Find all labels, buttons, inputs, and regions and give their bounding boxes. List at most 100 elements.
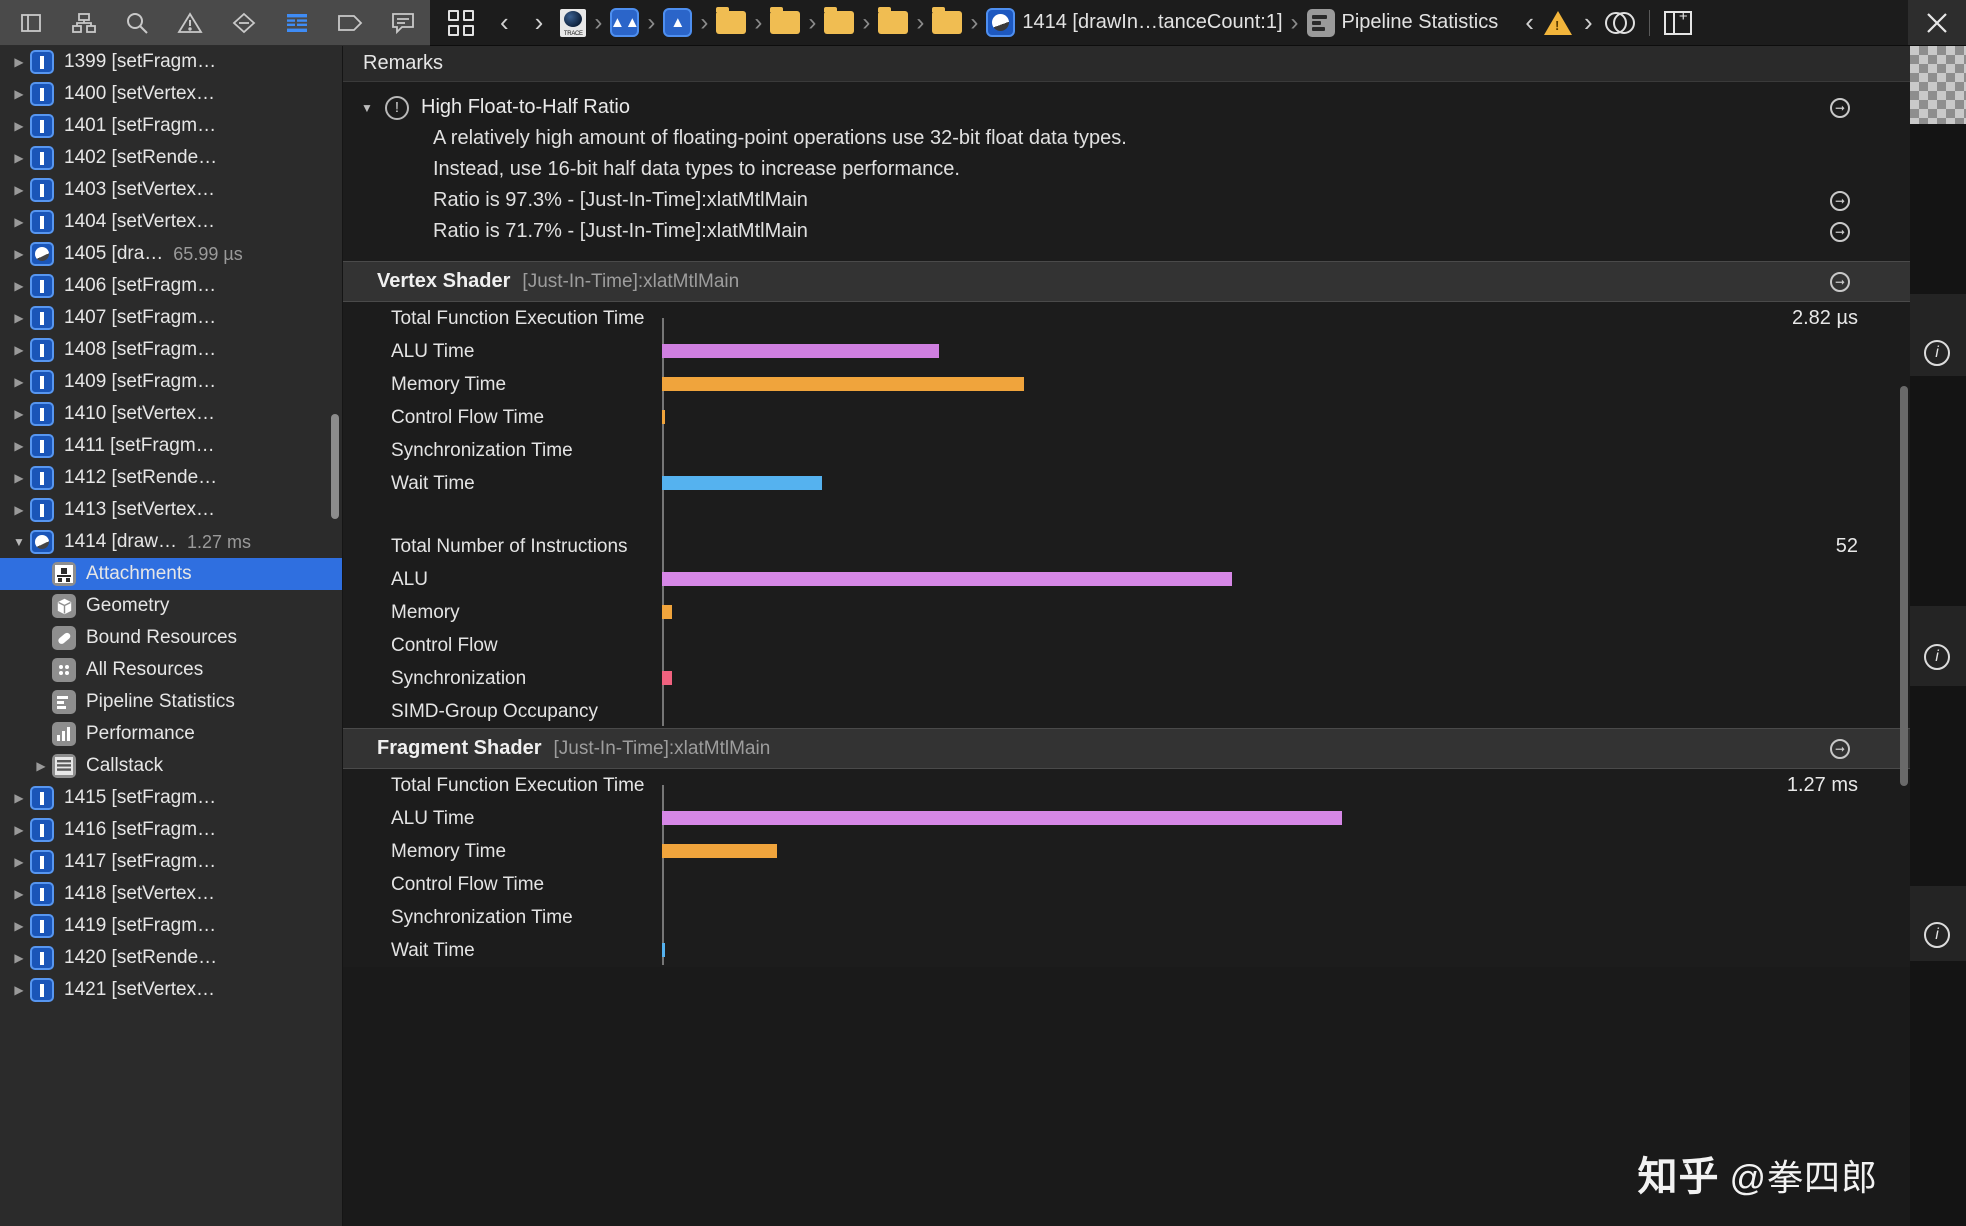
chart-bar-row[interactable]: Synchronization Time <box>343 901 1910 934</box>
sidebar-item-command-1401[interactable]: ▶ 1401 [setFragm… <box>0 110 342 142</box>
sidebar-item-command-1412[interactable]: ▶ 1412 [setRende… <box>0 462 342 494</box>
info-icon[interactable]: i <box>1924 644 1950 670</box>
breadcrumb-folder-2[interactable] <box>767 7 803 34</box>
info-icon[interactable]: i <box>1924 340 1950 366</box>
nav-back-button[interactable]: ‹ <box>488 7 521 38</box>
info-icon[interactable]: i <box>1924 922 1950 948</box>
disclosure-triangle-icon[interactable]: ▶ <box>8 887 30 901</box>
disclosure-triangle-icon[interactable]: ▶ <box>8 87 30 101</box>
disclosure-triangle-icon[interactable]: ▶ <box>8 279 30 293</box>
sidebar-item-command-1419[interactable]: ▶ 1419 [setFragm… <box>0 910 342 942</box>
chart-bar-row[interactable]: ALU Time <box>343 335 1910 368</box>
sidebar-item-command-1408[interactable]: ▶ 1408 [setFragm… <box>0 334 342 366</box>
disclosure-triangle-icon[interactable]: ▶ <box>8 439 30 453</box>
sidebar-item-command-1417[interactable]: ▶ 1417 [setFragm… <box>0 846 342 878</box>
navigator-sidebar[interactable]: ▶ 1399 [setFragm… ▶ 1400 [setVertex… ▶ 1401 [… <box>0 46 343 1226</box>
breadcrumb-draw-call[interactable]: 1414 [drawIn…tanceCount:1] <box>983 8 1285 37</box>
breadcrumb-folder-1[interactable] <box>713 7 749 34</box>
minus-diamond-icon[interactable] <box>217 1 270 45</box>
chart-bar-row[interactable]: Control Flow <box>343 629 1910 662</box>
disclosure-triangle-icon[interactable]: ▶ <box>8 119 30 133</box>
chart-bar-row[interactable]: Synchronization Time <box>343 434 1910 467</box>
view-frames-icon[interactable] <box>4 1 57 45</box>
jump-to-icon[interactable]: ➞ <box>1830 221 1850 242</box>
sidebar-item-command-1407[interactable]: ▶ 1407 [setFragm… <box>0 302 342 334</box>
nav-forward-button[interactable]: › <box>523 7 556 38</box>
disclosure-triangle-icon[interactable]: ▶ <box>8 215 30 229</box>
disclosure-triangle-icon[interactable]: ▼ <box>361 101 385 115</box>
chart-bar-row[interactable]: Memory Time <box>343 368 1910 401</box>
sidebar-item-command-1410[interactable]: ▶ 1410 [setVertex… <box>0 398 342 430</box>
shader-section-header[interactable]: Vertex Shader [Just-In-Time]:xlatMtlMain ➞ <box>343 261 1910 302</box>
disclosure-triangle-icon[interactable]: ▶ <box>8 183 30 197</box>
disclosure-triangle-icon[interactable]: ▶ <box>8 855 30 869</box>
sidebar-item-command-1406[interactable]: ▶ 1406 [setFragm… <box>0 270 342 302</box>
sidebar-item-command-1402[interactable]: ▶ 1402 [setRende… <box>0 142 342 174</box>
compare-icon[interactable] <box>1604 11 1635 34</box>
grid-4-icon[interactable] <box>448 9 474 36</box>
close-button[interactable] <box>1908 0 1966 46</box>
jump-to-icon[interactable]: ➞ <box>1830 271 1850 292</box>
breadcrumb-trace[interactable]: TRACE <box>557 8 589 37</box>
breadcrumb-folder-3[interactable] <box>821 7 857 34</box>
issue-next-button[interactable]: › <box>1574 7 1603 38</box>
jump-to-icon[interactable]: ➞ <box>1830 97 1850 118</box>
tag-icon[interactable] <box>324 1 377 45</box>
sidebar-item-command-1405[interactable]: ▶ 1405 [dra… 65.99 µs <box>0 238 342 270</box>
chart-bar-row[interactable]: Synchronization <box>343 662 1910 695</box>
main-scrollbar[interactable] <box>1900 386 1908 786</box>
disclosure-triangle-icon[interactable]: ▶ <box>8 919 30 933</box>
breadcrumb-folder-5[interactable] <box>929 7 965 34</box>
breadcrumb-pipeline-statistics[interactable]: Pipeline Statistics <box>1304 8 1502 37</box>
sidebar-item-command-1403[interactable]: ▶ 1403 [setVertex… <box>0 174 342 206</box>
sidebar-item-callstack[interactable]: ▶ Callstack <box>0 750 342 782</box>
comment-icon[interactable] <box>377 1 430 45</box>
chart-bar-row[interactable]: SIMD-Group Occupancy <box>343 695 1910 728</box>
table-view-icon[interactable] <box>270 1 323 45</box>
sidebar-item-command-1399[interactable]: ▶ 1399 [setFragm… <box>0 46 342 78</box>
disclosure-triangle-icon[interactable]: ▶ <box>8 823 30 837</box>
remark-ratio-row[interactable]: Ratio is 97.3% - [Just-In-Time]:xlatMtlM… <box>343 185 1910 216</box>
disclosure-triangle-icon[interactable]: ▶ <box>30 759 52 773</box>
sidebar-item-performance[interactable]: Performance <box>0 718 342 750</box>
chart-bar-row[interactable]: ALU <box>343 563 1910 596</box>
chart-bar-row[interactable]: Memory Time <box>343 835 1910 868</box>
disclosure-triangle-icon[interactable]: ▶ <box>8 471 30 485</box>
sidebar-item-bound-resources[interactable]: Bound Resources <box>0 622 342 654</box>
breadcrumb-folder-4[interactable] <box>875 7 911 34</box>
breadcrumb-buffer[interactable]: ▲ <box>660 8 695 37</box>
sidebar-item-pipeline-statistics[interactable]: Pipeline Statistics <box>0 686 342 718</box>
sidebar-scrollbar[interactable] <box>331 414 339 519</box>
disclosure-triangle-icon[interactable]: ▶ <box>8 247 30 261</box>
disclosure-triangle-icon[interactable]: ▶ <box>8 503 30 517</box>
disclosure-triangle-icon[interactable]: ▶ <box>8 375 30 389</box>
disclosure-triangle-icon[interactable]: ▶ <box>8 311 30 325</box>
breadcrumb-queue[interactable]: ▲▲ <box>607 8 642 37</box>
remark-ratio-row[interactable]: Ratio is 71.7% - [Just-In-Time]:xlatMtlM… <box>343 216 1910 247</box>
warning-triangle-icon[interactable] <box>1543 10 1572 35</box>
sidebar-item-command-1420[interactable]: ▶ 1420 [setRende… <box>0 942 342 974</box>
chart-bar-row[interactable]: ALU Time <box>343 802 1910 835</box>
disclosure-triangle-icon[interactable]: ▶ <box>8 55 30 69</box>
disclosure-triangle-icon[interactable]: ▶ <box>8 983 30 997</box>
sidebar-item-geometry[interactable]: Geometry <box>0 590 342 622</box>
remark-title-row[interactable]: ▼ ! High Float-to-Half Ratio ➞ <box>343 92 1910 123</box>
jump-to-icon[interactable]: ➞ <box>1830 738 1850 759</box>
sidebar-item-command-1415[interactable]: ▶ 1415 [setFragm… <box>0 782 342 814</box>
sidebar-item-command-1416[interactable]: ▶ 1416 [setFragm… <box>0 814 342 846</box>
chart-bar-row[interactable]: Wait Time <box>343 467 1910 500</box>
jump-to-icon[interactable]: ➞ <box>1830 190 1850 211</box>
disclosure-triangle-open-icon[interactable]: ▼ <box>8 535 30 549</box>
disclosure-triangle-icon[interactable]: ▶ <box>8 151 30 165</box>
sidebar-item-command-1418[interactable]: ▶ 1418 [setVertex… <box>0 878 342 910</box>
sidebar-item-command-1413[interactable]: ▶ 1413 [setVertex… <box>0 494 342 526</box>
sidebar-item-command-1400[interactable]: ▶ 1400 [setVertex… <box>0 78 342 110</box>
issue-prev-button[interactable]: ‹ <box>1503 7 1542 38</box>
sidebar-item-command-1411[interactable]: ▶ 1411 [setFragm… <box>0 430 342 462</box>
disclosure-triangle-icon[interactable]: ▶ <box>8 951 30 965</box>
chart-bar-row[interactable]: Memory <box>343 596 1910 629</box>
shader-section-header[interactable]: Fragment Shader [Just-In-Time]:xlatMtlMai… <box>343 728 1910 769</box>
warning-icon[interactable] <box>164 1 217 45</box>
search-icon[interactable] <box>111 1 164 45</box>
sidebar-item-command-1421[interactable]: ▶ 1421 [setVertex… <box>0 974 342 1006</box>
